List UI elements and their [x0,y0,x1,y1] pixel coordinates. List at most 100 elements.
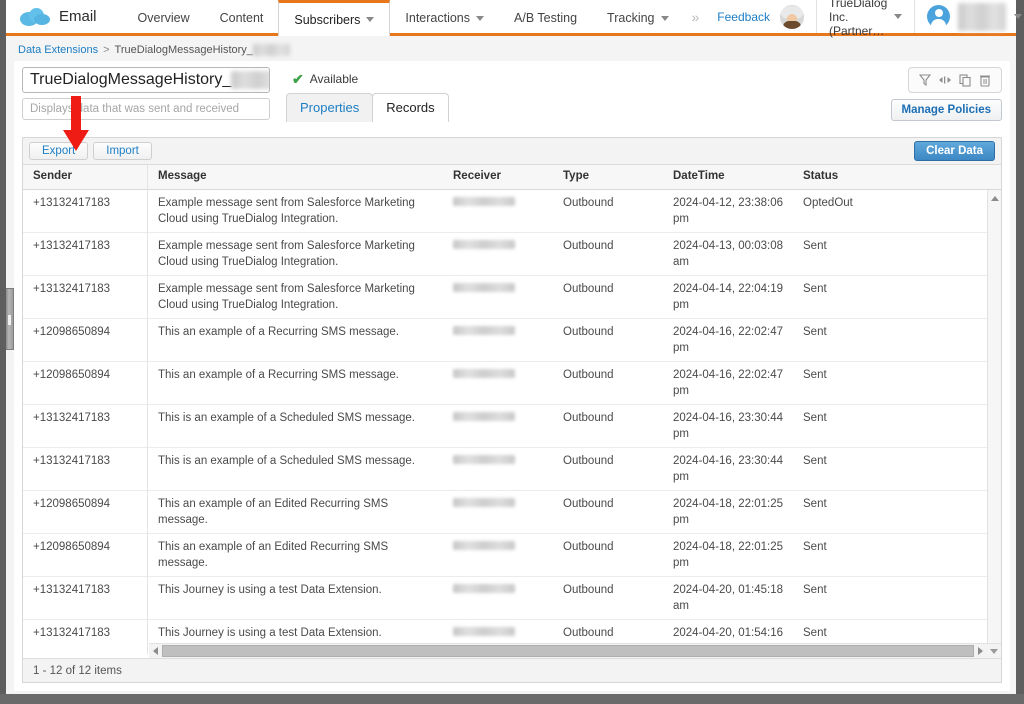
cell-sender: +13132417183 [23,276,148,303]
receiver-redacted [453,197,515,206]
cell-message: This an example of an Edited Recurring S… [158,541,389,569]
copy-icon[interactable] [955,71,975,89]
cell-type: Outbound [563,369,614,382]
column-header-sender[interactable]: Sender [23,164,148,190]
chevron-down-icon [366,17,375,22]
horizontal-scroll-thumb[interactable] [162,645,974,657]
cell-message: This is an example of a Scheduled SMS me… [158,455,415,468]
resize-columns-icon[interactable] [935,71,955,89]
column-header-type[interactable]: Type [553,164,663,190]
scroll-left-icon[interactable] [153,647,158,655]
table-row[interactable]: +13132417183 Example message sent from Sa… [23,276,1001,320]
cell-datetime: 2024-04-16, 23:30:44 pm [673,412,783,440]
nav-item-label: Content [219,11,264,25]
filter-icon[interactable] [915,71,935,89]
cell-type: Outbound [563,455,614,468]
table-row[interactable]: +13132417183 This is an example of a Sche… [23,405,1001,449]
column-header-datetime[interactable]: DateTime [663,164,793,190]
window-edge-left [0,0,6,704]
receiver-redacted [453,455,515,465]
table-row[interactable]: +13132417183 Example message sent from Sa… [23,190,1001,234]
manage-policies-button[interactable]: Manage Policies [890,99,1002,121]
check-icon: ✔ [292,71,304,87]
nav-overflow-icon[interactable]: » [684,0,708,33]
nav-item-tracking[interactable]: Tracking [592,0,683,33]
nav-item-content[interactable]: Content [205,0,279,33]
export-button[interactable]: Export [29,142,89,160]
cell-message: This is an example of a Scheduled SMS me… [158,412,415,425]
user-name: David Schonert [958,2,1007,31]
table-row[interactable]: +13132417183 Example message sent from Sa… [23,233,1001,277]
breadcrumb-link-data-extensions[interactable]: Data Extensions [18,44,98,56]
cell-sender: +13132417183 [23,620,148,647]
grid-toolbar: Export Import Clear Data [23,138,1001,165]
cell-sender: +13132417183 [23,577,148,604]
cell-datetime: 2024-04-18, 22:01:25 pm [673,498,783,526]
chevron-down-icon [894,14,903,19]
cell-status: Sent [803,240,827,253]
org-switcher[interactable]: TrueDialog Inc. (Partner… [816,0,914,38]
data-extension-panel: TrueDialogMessageHistory_237901 Displays… [14,61,1010,691]
table-row[interactable]: +12098650894 This an example of a Recurri… [23,319,1001,363]
receiver-redacted [453,541,515,551]
nav-item-ab-testing[interactable]: A/B Testing [499,0,592,33]
window-edge-bottom [0,694,1024,704]
table-row[interactable]: +12098650894 This an example of an Edited… [23,491,1001,535]
data-extension-name-input[interactable]: TrueDialogMessageHistory_237901 [22,67,270,93]
clear-data-button[interactable]: Clear Data [914,141,995,161]
de-name-text: TrueDialogMessageHistory_ [30,71,232,88]
tab-properties[interactable]: Properties [286,93,374,122]
scroll-corner [987,643,1001,659]
cell-type: Outbound [563,240,614,253]
import-button[interactable]: Import [93,142,152,160]
status-badge: ✔ Available [292,72,358,86]
grid-horizontal-scrollbar[interactable] [149,643,1001,659]
chevron-down-icon [660,15,669,21]
data-extension-description-input[interactable]: Displays data that was sent and received [22,98,270,120]
table-row[interactable]: +13132417183 This Journey is using a test… [23,577,1001,621]
nav-item-overview[interactable]: Overview [123,0,205,33]
status-label: Available [309,72,359,86]
cell-status: Sent [803,498,827,511]
tab-records[interactable]: Records [372,93,449,122]
nav-item-label: A/B Testing [514,11,578,25]
grid-header-row: Sender Message Receiver Type DateTime St… [23,164,1001,190]
cell-sender: +12098650894 [23,319,148,346]
de-toolbar-icons [908,67,1002,93]
brand-label: Email [59,8,97,25]
nav-item-interactions[interactable]: Interactions [390,0,499,33]
cell-sender: +12098650894 [23,491,148,518]
cell-status: Sent [803,326,827,339]
column-header-status[interactable]: Status [793,164,983,190]
cell-status: Sent [803,455,827,468]
cell-sender: +13132417183 [23,448,148,475]
column-header-receiver[interactable]: Receiver [443,164,553,190]
brand-logo[interactable]: Email [6,0,109,33]
scroll-up-icon[interactable] [990,196,999,201]
chevron-down-icon [476,15,485,21]
nav-item-subscribers[interactable]: Subscribers [278,0,391,36]
breadcrumb: Data Extensions > TrueDialogMessageHisto… [6,39,1016,61]
window-edge-right [1016,0,1024,704]
sidebar-collapse-handle[interactable] [6,288,14,350]
cell-receiver [443,190,553,217]
einstein-avatar-icon[interactable] [780,4,804,29]
breadcrumb-current: TrueDialogMessageHistory_ [114,44,253,56]
cell-status: Sent [803,369,827,382]
delete-icon[interactable] [975,71,995,89]
scroll-right-icon[interactable] [978,647,983,655]
column-header-message[interactable]: Message [148,164,443,190]
cell-receiver [443,233,553,260]
cell-receiver [443,448,553,475]
receiver-redacted [453,326,515,336]
table-row[interactable]: +13132417183 This is an example of a Sche… [23,448,1001,492]
grid-vertical-scrollbar[interactable] [987,190,1001,654]
receiver-redacted [453,412,515,422]
table-row[interactable]: +12098650894 This an example of a Recurri… [23,362,1001,406]
feedback-link[interactable]: Feedback [707,10,780,24]
user-menu[interactable]: David Schonert [914,0,1024,33]
cell-datetime: 2024-04-16, 22:02:47 pm [673,326,783,354]
cell-status: Sent [803,412,827,425]
table-row[interactable]: +12098650894 This an example of an Edited… [23,534,1001,578]
tab-bar: Properties Records [286,93,449,122]
